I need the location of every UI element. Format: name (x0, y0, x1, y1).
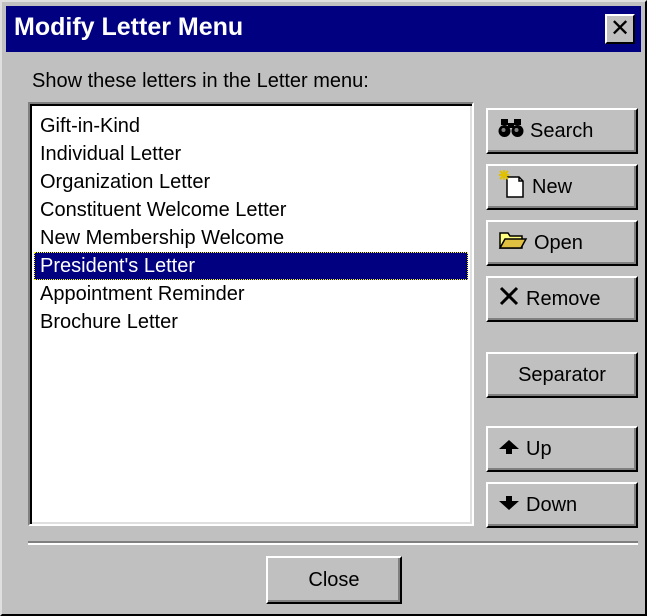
up-button-label: Up (526, 437, 552, 460)
remove-button-label: Remove (526, 287, 601, 310)
open-button[interactable]: Open (486, 220, 638, 266)
list-item-new-membership-welcome[interactable]: New Membership Welcome (34, 224, 468, 252)
list-prompt-label: Show these letters in the Letter menu: (32, 70, 369, 92)
list-item-individual-letter[interactable]: Individual Letter (34, 140, 468, 168)
list-item-brochure-letter[interactable]: Brochure Letter (34, 308, 468, 336)
new-document-icon (498, 169, 526, 205)
remove-button[interactable]: Remove (486, 276, 638, 322)
open-button-label: Open (534, 231, 583, 254)
up-button[interactable]: Up (486, 426, 638, 472)
down-button-label: Down (526, 493, 578, 516)
close-button[interactable]: Close (266, 556, 402, 604)
close-icon: ✕ (609, 14, 631, 42)
new-button-label: New (532, 175, 573, 198)
footer-divider (28, 541, 638, 545)
search-button[interactable]: Search (486, 108, 638, 154)
list-item-presidents-letter[interactable]: President's Letter (34, 252, 468, 280)
binoculars-icon (498, 117, 524, 145)
title-bar[interactable]: Modify Letter Menu ✕ (6, 6, 641, 52)
down-button[interactable]: Down (486, 482, 638, 528)
list-item-appointment-reminder[interactable]: Appointment Reminder (34, 280, 468, 308)
separator-button[interactable]: Separator (486, 352, 638, 398)
list-item-organization-letter[interactable]: Organization Letter (34, 168, 468, 196)
new-button[interactable]: New (486, 164, 638, 210)
search-button-label: Search (530, 119, 594, 142)
open-folder-icon (498, 228, 528, 258)
letters-listbox[interactable]: Gift-in-Kind Individual Letter Organizat… (28, 102, 474, 526)
list-item-gift-in-kind[interactable]: Gift-in-Kind (34, 112, 468, 140)
separator-button-label: Separator (518, 363, 606, 386)
dialog-title: Modify Letter Menu (14, 13, 244, 41)
list-item-constituent-welcome-letter[interactable]: Constituent Welcome Letter (34, 196, 468, 224)
close-button-label: Close (308, 568, 360, 591)
modify-letter-menu-dialog: Modify Letter Menu ✕ Show these letters … (0, 0, 647, 616)
close-window-button[interactable]: ✕ (605, 14, 635, 44)
arrow-down-icon (498, 494, 520, 517)
arrow-up-icon (498, 438, 520, 461)
x-icon (498, 285, 520, 313)
